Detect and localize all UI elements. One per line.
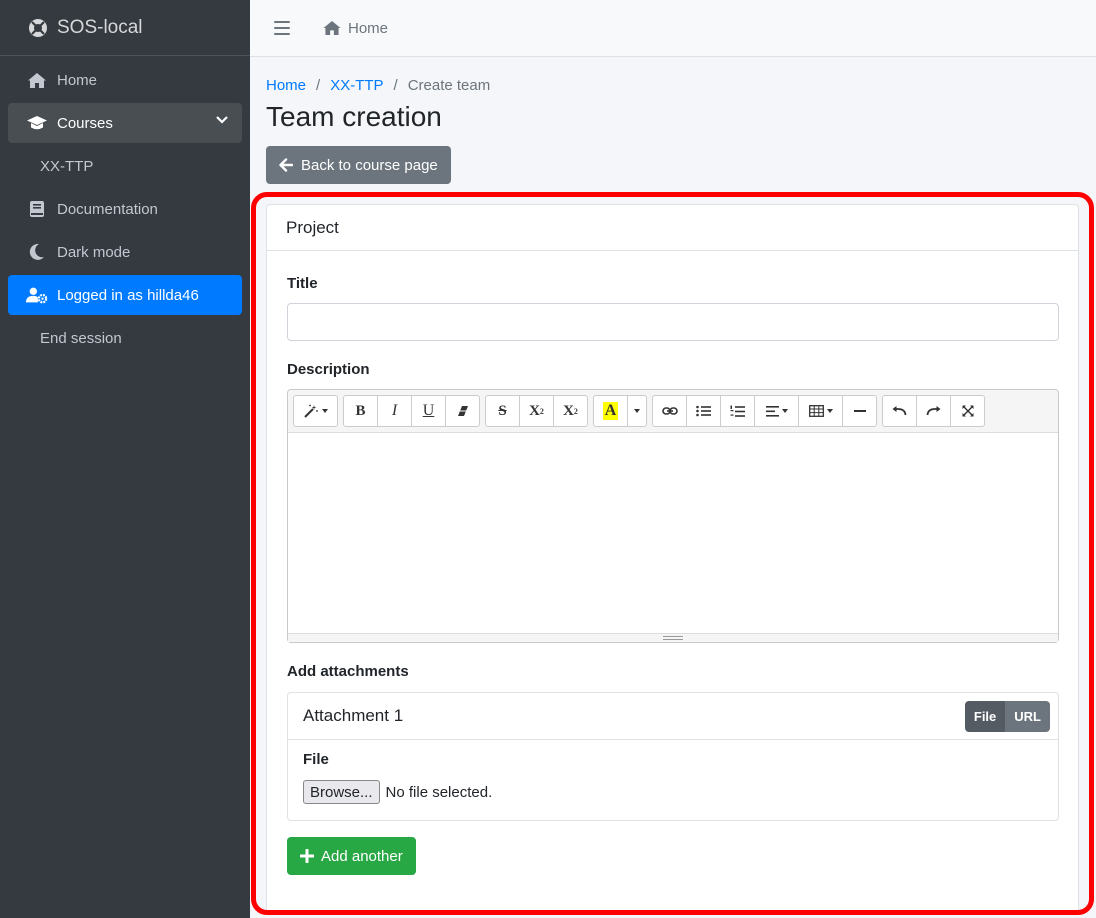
lifebuoy-icon <box>29 18 47 37</box>
page-title: Team creation <box>266 101 442 132</box>
attachment-header: Attachment 1 File URL <box>288 693 1058 740</box>
book-icon <box>26 200 48 218</box>
breadcrumb-home-link[interactable]: Home <box>266 77 306 94</box>
file-status: No file selected. <box>385 783 493 801</box>
editor-content-area[interactable] <box>288 433 1058 633</box>
undo-icon <box>892 406 907 416</box>
sidebar-item-courses[interactable]: Courses <box>8 103 242 143</box>
back-to-course-button[interactable]: Back to course page <box>266 146 451 184</box>
redo-icon <box>926 406 941 416</box>
user-cog-icon <box>26 286 48 304</box>
breadcrumb: Home / XX-TTP / Create team <box>266 77 1080 94</box>
undo-button[interactable] <box>882 395 917 427</box>
ordered-list-icon <box>730 405 745 417</box>
graduation-cap-icon <box>26 114 48 132</box>
horizontal-rule-button[interactable] <box>842 395 877 427</box>
subscript-button[interactable]: X2 <box>553 395 588 427</box>
main-content: Home / XX-TTP / Create team Team creatio… <box>266 57 1080 184</box>
sidebar-item-home[interactable]: Home <box>8 60 242 100</box>
unordered-list-icon <box>696 405 711 417</box>
style-button[interactable] <box>293 395 338 427</box>
title-input[interactable] <box>287 303 1059 341</box>
breadcrumb-separator: / <box>393 77 398 94</box>
file-input: Browse... No file selected. <box>303 780 1043 804</box>
redo-button[interactable] <box>916 395 951 427</box>
title-label: Title <box>287 275 318 292</box>
bold-button[interactable]: B <box>343 395 378 427</box>
editor-toolbar: B I U S X2 X2 A <box>288 390 1058 433</box>
sidebar-item-label: Logged in as hillda46 <box>57 286 199 304</box>
arrow-left-icon <box>279 158 293 172</box>
back-button-label: Back to course page <box>301 156 438 174</box>
navbar-home-link[interactable]: Home <box>322 20 388 37</box>
sidebar-item-xx-ttp[interactable]: XX-TTP <box>8 146 242 186</box>
subscript-label: X <box>563 402 574 419</box>
clear-format-button[interactable] <box>445 395 480 427</box>
card-title: Project <box>267 205 1078 251</box>
expand-icon <box>962 405 973 417</box>
top-navbar: Home <box>250 0 1096 57</box>
sidebar-item-label: Documentation <box>57 200 158 218</box>
file-label: File <box>303 751 329 768</box>
attachment-mode-toggle: File URL <box>964 701 1050 732</box>
navbar-home-label: Home <box>348 19 389 37</box>
align-left-icon <box>765 405 779 417</box>
brand-name: SOS-local <box>57 16 143 38</box>
breadcrumb-course-link[interactable]: XX-TTP <box>330 77 383 94</box>
attachments-label: Add attachments <box>287 663 409 680</box>
sidebar-item-label: Courses <box>57 114 113 132</box>
home-icon <box>26 71 48 89</box>
highlight-label: A <box>602 402 619 420</box>
brand[interactable]: SOS-local <box>0 0 250 56</box>
color-dropdown-button[interactable] <box>627 395 647 427</box>
fullscreen-button[interactable] <box>950 395 985 427</box>
add-another-label: Add another <box>321 847 403 865</box>
sidebar-item-label: Home <box>57 71 98 89</box>
plus-icon <box>300 849 314 863</box>
bulleted-list-button[interactable] <box>686 395 721 427</box>
breadcrumb-separator: / <box>316 77 321 94</box>
menu-toggle-icon[interactable] <box>274 21 290 35</box>
attachment-title: Attachment 1 <box>303 706 404 725</box>
table-icon <box>808 405 824 417</box>
sidebar-item-label: XX-TTP <box>40 157 94 175</box>
link-button[interactable] <box>652 395 687 427</box>
superscript-label: X <box>529 402 540 419</box>
description-label: Description <box>287 361 370 378</box>
attachment-body: File Browse... No file selected. <box>288 740 1058 815</box>
paragraph-align-button[interactable] <box>754 395 799 427</box>
mode-file-button[interactable]: File <box>964 701 1006 732</box>
project-card: Project Title Description B I U S X2 X 2… <box>266 204 1079 914</box>
sidebar-nav: Home Courses XX-TTP Documentation Dark m… <box>0 60 250 358</box>
sidebar-item-logged-in[interactable]: Logged in as hillda46 <box>8 275 242 315</box>
browse-button[interactable]: Browse... <box>303 780 380 804</box>
home-icon <box>323 20 341 36</box>
moon-icon <box>26 243 48 261</box>
sidebar-item-label: Dark mode <box>57 243 131 261</box>
strikethrough-button[interactable]: S <box>485 395 520 427</box>
attachment-card: Attachment 1 File URL File Browse... No … <box>287 692 1059 821</box>
rich-text-editor: B I U S X2 X2 A <box>287 389 1059 643</box>
underline-button[interactable]: U <box>411 395 446 427</box>
minus-icon <box>853 410 866 412</box>
sidebar: SOS-local Home Courses XX-TTP Documentat… <box>0 0 250 918</box>
magic-wand-icon <box>304 404 318 418</box>
add-another-button[interactable]: Add another <box>287 837 416 875</box>
sidebar-item-end-session[interactable]: End session <box>8 318 242 358</box>
sidebar-item-documentation[interactable]: Documentation <box>8 189 242 229</box>
table-button[interactable] <box>798 395 843 427</box>
mode-url-button[interactable]: URL <box>1005 701 1050 732</box>
highlight-color-button[interactable]: A <box>593 395 628 427</box>
chevron-down-icon <box>216 116 228 124</box>
sidebar-item-label: End session <box>40 329 122 347</box>
sidebar-item-dark-mode[interactable]: Dark mode <box>8 232 242 272</box>
superscript-button[interactable]: X2 <box>519 395 554 427</box>
numbered-list-button[interactable] <box>720 395 755 427</box>
italic-button[interactable]: I <box>377 395 412 427</box>
link-icon <box>661 407 678 415</box>
eraser-icon <box>457 406 468 416</box>
editor-resize-handle[interactable] <box>288 633 1058 642</box>
breadcrumb-current: Create team <box>407 77 491 94</box>
